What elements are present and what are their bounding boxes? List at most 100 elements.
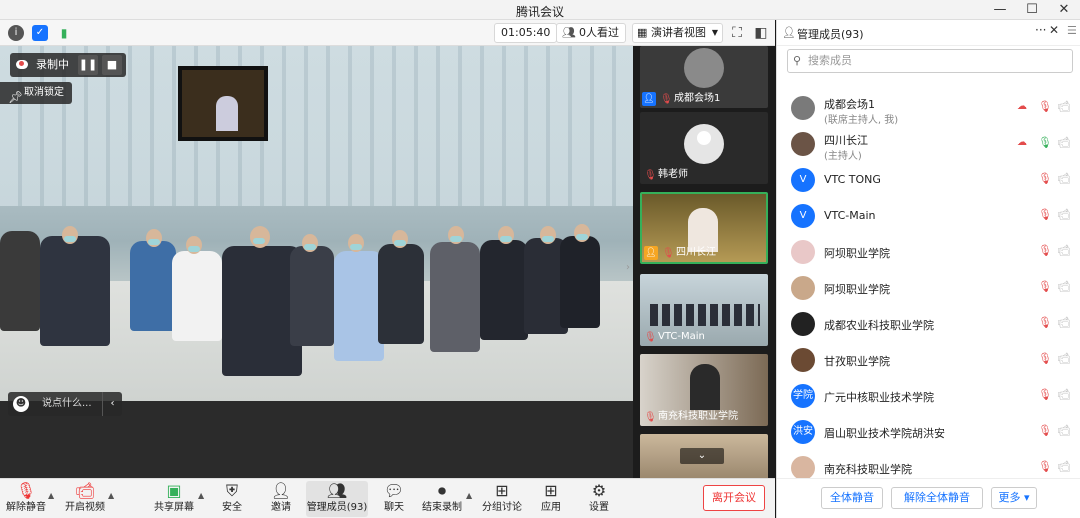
apps-button[interactable]: ⊞ 应用 xyxy=(538,481,564,517)
security-button[interactable]: ⛨ 安全 xyxy=(218,481,246,517)
mic-muted-icon[interactable]: 🎙︎ xyxy=(1038,460,1052,473)
manage-members-button[interactable]: 👥︎ 管理成员(93) xyxy=(306,481,368,517)
invite-button[interactable]: 👤︎ 邀请 xyxy=(266,481,296,517)
avatar: V xyxy=(791,168,815,192)
mic-muted-icon[interactable]: 🎙︎ xyxy=(1038,280,1052,293)
members-panel: 👤︎ 管理成员(93) ··· ✕ ☰ ⚲ 搜索成员 成都会场1 (联席主持人, … xyxy=(776,20,1080,518)
viewers-label: 0人看过 xyxy=(579,26,619,39)
unmute-all-button[interactable]: 解除全体静音 xyxy=(891,487,983,509)
member-name: 成都会场1 xyxy=(824,98,875,111)
camera-off-icon[interactable]: 📹︎ xyxy=(1057,172,1071,185)
mute-all-button[interactable]: 全体静音 xyxy=(821,487,883,509)
more-button[interactable]: 更多 ▾ xyxy=(991,487,1037,509)
mic-muted-icon: 🎙︎ xyxy=(660,94,673,105)
mic-muted-icon[interactable]: 🎙︎ xyxy=(1038,244,1052,257)
camera-off-icon[interactable]: 📹︎ xyxy=(1057,352,1071,365)
member-role: (主持人) xyxy=(824,151,862,162)
emoji-icon[interactable]: ☻ xyxy=(13,396,29,412)
grid-icon: ▦ xyxy=(637,26,648,39)
share-screen-icon: ▣ xyxy=(166,481,182,500)
participant-photo xyxy=(690,364,720,410)
mic-muted-icon[interactable]: 🎙︎ xyxy=(1038,208,1052,221)
chat-button[interactable]: 💬︎ 聊天 xyxy=(380,481,408,517)
stop-record-button[interactable]: ■ xyxy=(102,55,122,75)
main-video[interactable] xyxy=(0,46,633,401)
mic-muted-icon[interactable]: 🎙︎ xyxy=(1038,424,1052,437)
member-row[interactable]: V VTC-Main 🎙︎ 📹︎ xyxy=(777,198,1080,234)
participant-photo xyxy=(684,48,724,88)
shield-icon: ⛨ xyxy=(225,481,238,500)
member-row[interactable]: 学院 广元中核职业技术学院 🎙︎ 📹︎ xyxy=(777,378,1080,414)
mic-muted-icon[interactable]: 🎙︎ xyxy=(1038,100,1052,113)
minimize-button[interactable]: — xyxy=(984,0,1016,20)
thumbnail-tile[interactable]: 🎙︎ 韩老师 xyxy=(640,112,768,184)
mic-muted-icon[interactable]: 🎙︎ xyxy=(1038,316,1052,329)
maximize-button[interactable]: ☐ xyxy=(1016,0,1048,20)
shield-icon[interactable]: ✓ xyxy=(32,25,48,41)
view-mode-dropdown[interactable]: ▦ 演讲者视图 ▼ xyxy=(632,23,723,43)
thumbnail-tile[interactable]: 🎙︎ VTC-Main xyxy=(640,274,768,346)
pause-record-button[interactable]: ❚❚ xyxy=(78,55,98,75)
breakout-rooms-button[interactable]: ⊞ 分组讨论 xyxy=(482,481,522,517)
mic-muted-icon: 🎙︎ xyxy=(644,332,657,343)
more-options-icon[interactable]: ··· xyxy=(1035,23,1046,37)
unpin-button[interactable]: 📌︎ 取消锁定 xyxy=(0,82,72,104)
chevron-up-icon[interactable]: ▲ xyxy=(466,491,472,500)
chat-icon: 💬︎ xyxy=(383,481,405,500)
close-window-button[interactable]: ✕ xyxy=(1048,0,1080,20)
member-row[interactable]: 洪安 眉山职业技术学院胡洪安 🎙︎ 📹︎ xyxy=(777,414,1080,450)
camera-off-icon[interactable]: 📹︎ xyxy=(1057,424,1071,437)
chevron-up-icon[interactable]: ▲ xyxy=(48,491,54,500)
camera-off-icon[interactable]: 📹︎ xyxy=(1057,316,1071,329)
settings-button[interactable]: ⚙ 设置 xyxy=(586,481,612,517)
close-panel-icon[interactable]: ✕ xyxy=(1049,23,1059,37)
camera-off-icon: 📹︎ xyxy=(74,481,96,500)
unmute-button[interactable]: 🎙︎ 解除静音 xyxy=(6,481,46,517)
stop-recording-button[interactable]: ⏺ 结束录制 xyxy=(422,481,462,517)
camera-off-icon[interactable]: 📹︎ xyxy=(1057,136,1071,149)
leave-meeting-button[interactable]: 离开会议 xyxy=(703,485,765,511)
mic-muted-icon[interactable]: 🎙︎ xyxy=(1038,388,1052,401)
member-row[interactable]: V VTC TONG 🎙︎ 📹︎ xyxy=(777,162,1080,198)
avatar: 洪安 xyxy=(791,420,815,444)
member-search-input[interactable]: ⚲ 搜索成员 xyxy=(787,49,1073,73)
mic-muted-icon[interactable]: 🎙︎ xyxy=(1038,172,1052,185)
camera-off-icon[interactable]: 📹︎ xyxy=(1057,460,1071,473)
thumbnail-tile-active[interactable]: 👤︎ 🎙︎ 四川长江 xyxy=(640,192,768,264)
collapse-chat-icon[interactable]: ‹ xyxy=(102,392,122,416)
pin-icon: 📌︎ xyxy=(8,90,24,104)
member-row[interactable]: 阿坝职业学院 🎙︎ 📹︎ xyxy=(777,270,1080,306)
camera-off-icon[interactable]: 📹︎ xyxy=(1057,208,1071,221)
share-screen-button[interactable]: ▣ 共享屏幕 xyxy=(152,481,196,517)
start-video-button[interactable]: 📹︎ 开启视频 xyxy=(64,481,106,517)
quick-chat-input[interactable]: ☻ 说点什么... ‹ xyxy=(8,392,122,416)
mic-on-icon[interactable]: 🎙︎ xyxy=(1038,136,1052,149)
chevron-up-icon[interactable]: ▲ xyxy=(108,491,114,500)
thumbnail-tile[interactable]: 👤︎ 🎙︎ 成都会场1 xyxy=(640,46,768,108)
people-icon: 👥︎ xyxy=(326,481,348,500)
chevron-up-icon[interactable]: ▲ xyxy=(198,491,204,500)
camera-off-icon[interactable]: 📹︎ xyxy=(1057,280,1071,293)
thumbnail-name: 🎙︎ 成都会场1 xyxy=(660,93,721,105)
camera-off-icon[interactable]: 📹︎ xyxy=(1057,100,1071,113)
camera-off-icon[interactable]: 📹︎ xyxy=(1057,244,1071,257)
member-row[interactable]: 阿坝职业学院 🎙︎ 📹︎ xyxy=(777,234,1080,270)
menu-icon[interactable]: ☰ xyxy=(1067,24,1077,37)
info-icon[interactable]: i xyxy=(8,25,24,41)
default-avatar-icon xyxy=(684,124,724,164)
thumbnail-tile[interactable]: 🎙︎ 南充科技职业学院 xyxy=(640,354,768,426)
viewers-button[interactable]: 👥︎ 0人看过 xyxy=(556,23,626,43)
fullscreen-icon[interactable]: ⛶ xyxy=(728,24,746,42)
window-title: 腾讯会议 xyxy=(515,5,564,19)
signal-icon[interactable]: ▮ xyxy=(56,25,72,41)
chevron-down-icon[interactable]: ⌄ xyxy=(680,448,724,464)
member-row[interactable]: 四川长江 (主持人) ☁ 🎙︎ 📹︎ xyxy=(777,126,1080,162)
bottom-toolbar: 🎙︎ 解除静音 ▲ 📹︎ 开启视频 ▲ ▣ 共享屏幕 ▲ ⛨ 安全 👤︎ 邀请 … xyxy=(0,478,775,518)
member-row[interactable]: 甘孜职业学院 🎙︎ 📹︎ xyxy=(777,342,1080,378)
camera-off-icon[interactable]: 📹︎ xyxy=(1057,388,1071,401)
member-row[interactable]: 成都农业科技职业学院 🎙︎ 📹︎ xyxy=(777,306,1080,342)
member-row[interactable]: 成都会场1 (联席主持人, 我) ☁ 🎙︎ 📹︎ xyxy=(777,90,1080,126)
thumbnail-tile[interactable]: ⌄ xyxy=(640,434,768,478)
mic-muted-icon[interactable]: 🎙︎ xyxy=(1038,352,1052,365)
layout-icon[interactable]: ◧ xyxy=(752,24,770,42)
